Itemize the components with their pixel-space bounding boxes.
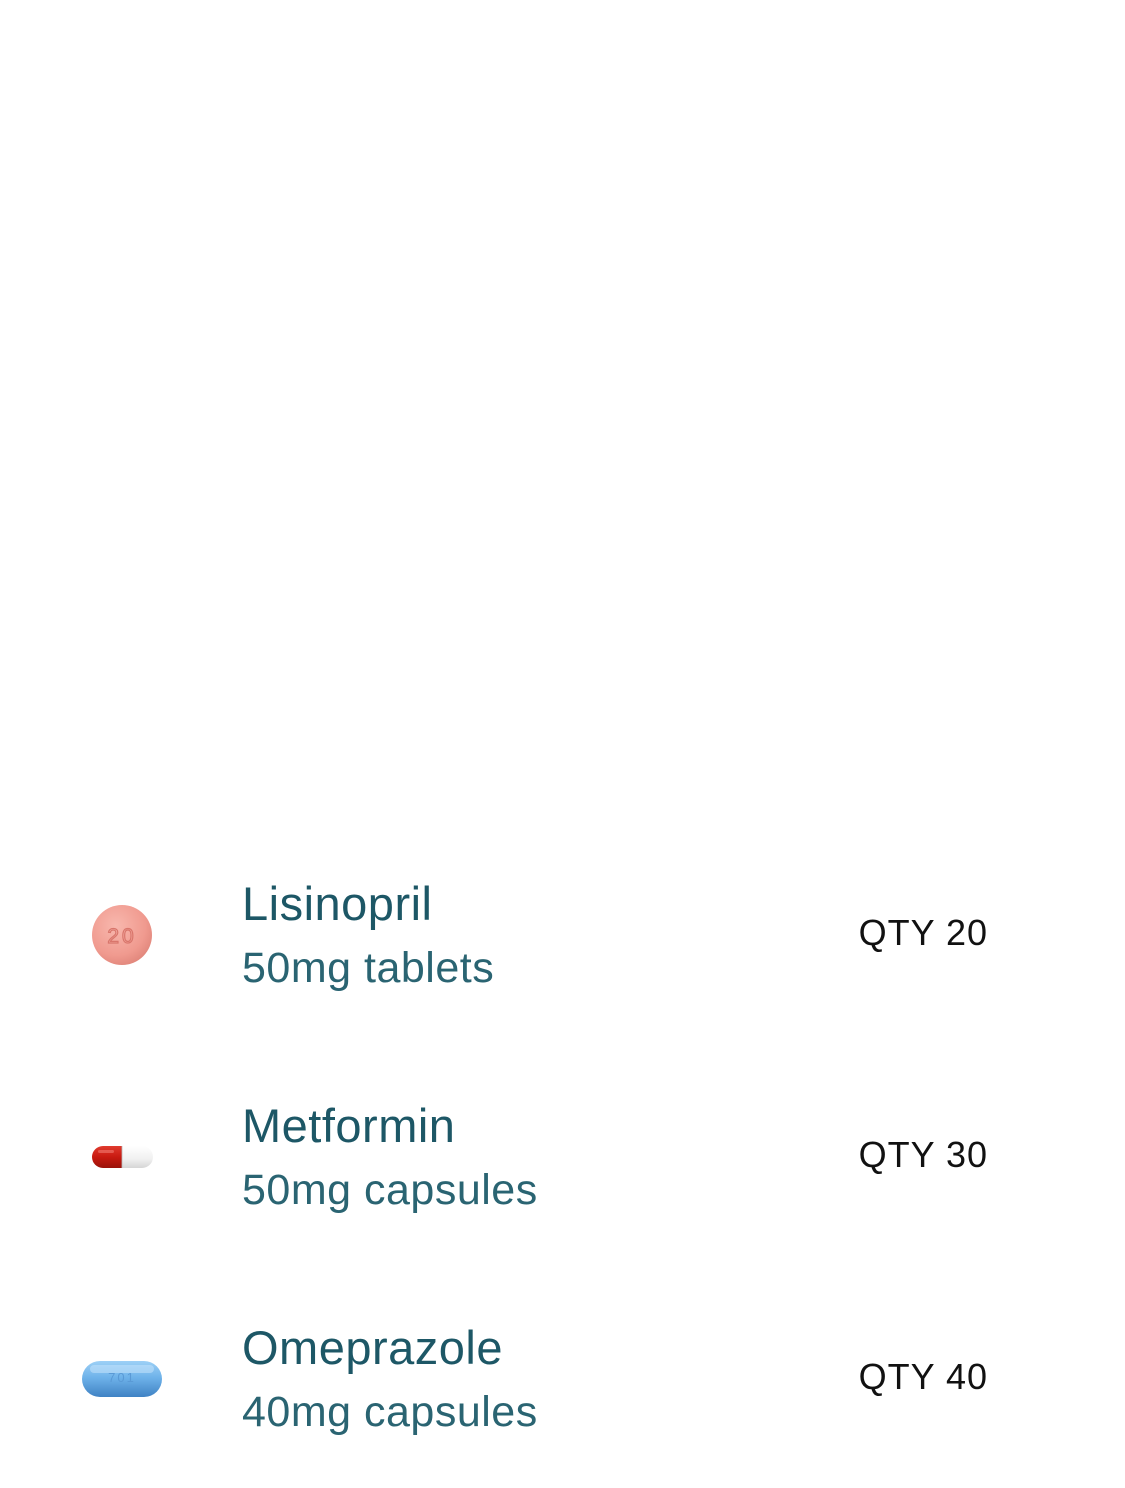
medication-quantity: QTY 30 [858, 1134, 988, 1175]
capsule-pill-icon [60, 1077, 184, 1237]
medication-row-omeprazole[interactable]: 701 Omeprazole 40mg capsules QTY 40 [0, 1299, 1125, 1459]
oblong-tablet-pill-icon: 701 [60, 1299, 184, 1459]
medication-row-lisinopril[interactable]: 20 Lisinopril 50mg tablets QTY 20 [0, 855, 1125, 1015]
medication-quantity: QTY 20 [858, 912, 988, 953]
round-tablet-pill-icon: 20 [60, 855, 184, 1015]
medication-list: 20 Lisinopril 50mg tablets QTY 20 Metfor… [0, 0, 1125, 1488]
medication-row-metformin[interactable]: Metformin 50mg capsules QTY 30 [0, 1077, 1125, 1237]
svg-text:701: 701 [108, 1370, 136, 1385]
svg-text:20: 20 [107, 925, 136, 948]
medication-name: Lisinopril [242, 877, 433, 930]
medication-name: Metformin [242, 1099, 456, 1152]
medication-dose: 50mg capsules [242, 1166, 538, 1214]
medication-name: Omeprazole [242, 1321, 503, 1374]
medication-quantity: QTY 40 [858, 1356, 988, 1397]
medication-dose: 40mg capsules [242, 1388, 538, 1436]
medication-dose: 50mg tablets [242, 944, 495, 992]
